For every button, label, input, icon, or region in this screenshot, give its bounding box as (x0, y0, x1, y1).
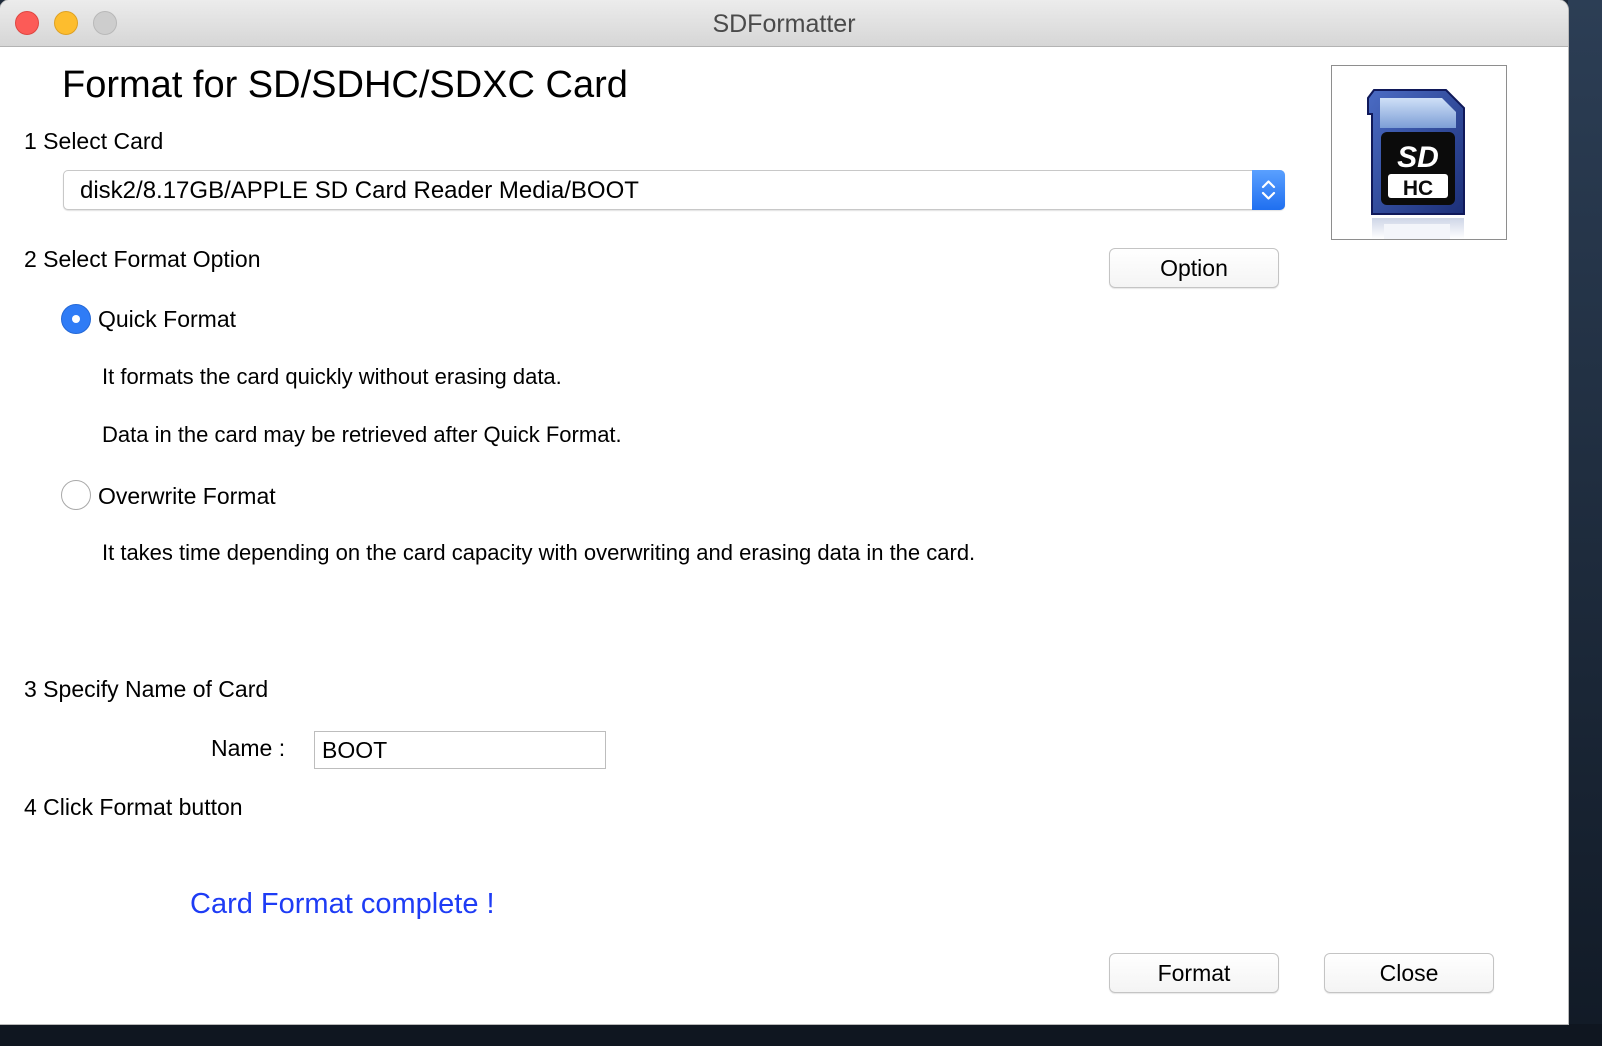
sdformatter-window: SDFormatter Format for SD/SDHC/SDXC Card… (0, 0, 1568, 1024)
step-format-option-label: 2 Select Format Option (24, 246, 261, 272)
overwrite-format-description: It takes time depending on the card capa… (102, 540, 976, 565)
card-select-value: disk2/8.17GB/APPLE SD Card Reader Media/… (80, 177, 639, 204)
sd-card-image: SD HC (1331, 65, 1507, 240)
svg-text:HC: HC (1403, 177, 1433, 200)
step-select-card-label: 1 Select Card (24, 128, 164, 154)
title-bar: SDFormatter (0, 0, 1568, 47)
window-title: SDFormatter (712, 10, 856, 38)
card-select-dropdown[interactable]: disk2/8.17GB/APPLE SD Card Reader Media/… (63, 170, 1285, 210)
desktop-background (1568, 0, 1602, 1046)
desktop-background-bottom (0, 1024, 1602, 1046)
quick-format-radio[interactable] (61, 304, 91, 334)
overwrite-format-label[interactable]: Overwrite Format (98, 483, 276, 510)
step-card-name-label: 3 Specify Name of Card (24, 676, 269, 702)
quick-format-description-2: Data in the card may be retrieved after … (102, 422, 622, 447)
step-click-format-label: 4 Click Format button (24, 794, 243, 820)
quick-format-description-1: It formats the card quickly without eras… (102, 364, 562, 389)
up-down-chevron-icon[interactable] (1252, 170, 1285, 210)
page-title: Format for SD/SDHC/SDXC Card (62, 64, 628, 106)
status-message: Card Format complete ! (190, 888, 495, 920)
quick-format-label[interactable]: Quick Format (98, 306, 236, 333)
sd-card-icon: SD HC (1367, 89, 1465, 239)
close-button[interactable]: Close (1324, 953, 1494, 993)
svg-text:SD: SD (1397, 141, 1439, 174)
overwrite-format-radio[interactable] (61, 480, 91, 510)
name-field-label: Name : (211, 735, 286, 761)
card-name-input[interactable] (314, 731, 606, 769)
option-button[interactable]: Option (1109, 248, 1279, 288)
radio-selected-dot (72, 315, 80, 323)
format-button[interactable]: Format (1109, 953, 1279, 993)
